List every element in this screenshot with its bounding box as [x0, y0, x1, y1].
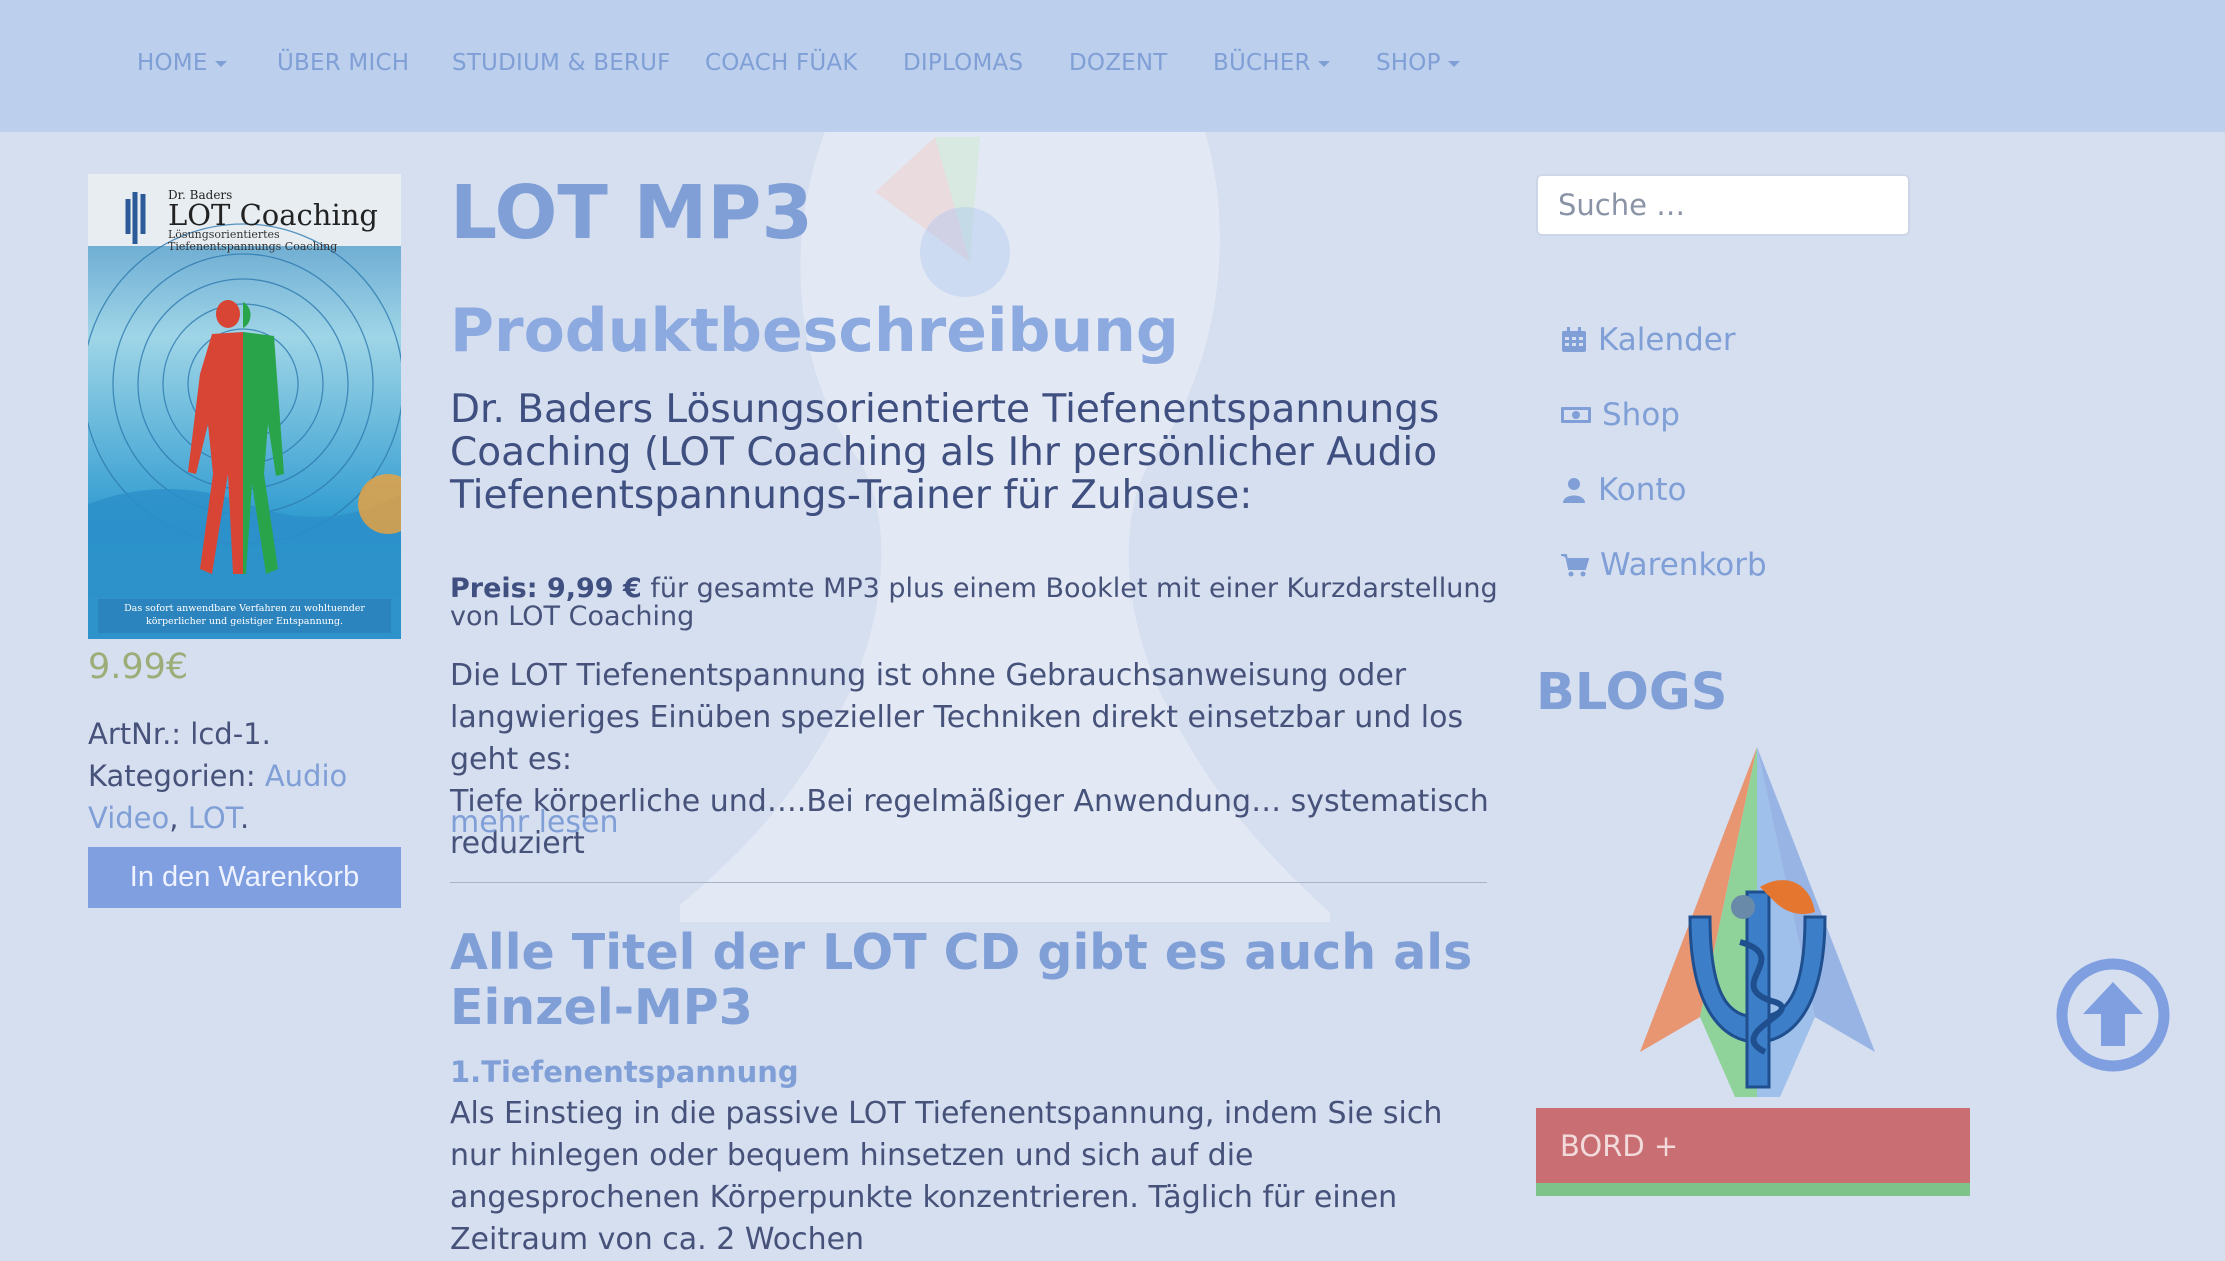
sidebar-link-kalender[interactable]: Kalender: [1560, 322, 1736, 358]
sidebar-link-label: Shop: [1602, 397, 1680, 433]
cover-caption: Das sofort anwendbare Verfahren zu wohlt…: [88, 602, 401, 628]
lead-text: Dr. Baders Lösungsorientierte Tiefenents…: [450, 387, 1440, 518]
categories-label: Kategorien:: [88, 759, 256, 793]
artnr-value: lcd-1.: [190, 717, 271, 751]
cover-subtitle: Lösungsorientiertes Tiefenentspannungs C…: [168, 229, 337, 253]
nav-item-diplomas[interactable]: DIPLOMAS: [903, 50, 1023, 76]
price-line: Preis: 9,99 € für gesamte MP3 plus einem…: [450, 575, 1500, 631]
description-line: Die LOT Tiefenentspannung ist ohne Gebra…: [450, 658, 1464, 777]
product-cover-image[interactable]: Dr. Baders LOT Coaching Lösungsorientier…: [88, 174, 401, 639]
category-separator: ,: [169, 801, 179, 835]
caret-down-icon: [1447, 60, 1460, 67]
cover-caption-line: körperlicher und geistiger Entspannung.: [145, 616, 344, 627]
caret-down-icon: [1317, 60, 1330, 67]
product-categories: Kategorien: Audio Video, LOT.: [88, 755, 388, 839]
section-subtitle: Produktbeschreibung: [450, 296, 1179, 366]
nav-label: HOME: [137, 50, 208, 76]
bord-toggle[interactable]: BORD +: [1536, 1108, 1970, 1183]
next-section-strip[interactable]: [1536, 1183, 1970, 1196]
track-description: Als Einstieg in die passive LOT Tiefenen…: [450, 1096, 1443, 1257]
user-icon: [1563, 478, 1585, 503]
top-navbar: HOME ÜBER MICH STUDIUM & BERUF COACH FÜA…: [0, 0, 2225, 132]
sidebar-link-label: Kalender: [1598, 322, 1736, 358]
sidebar-link-shop[interactable]: Shop: [1560, 397, 1680, 433]
nav-item-coach-fueak[interactable]: COACH FÜAK: [705, 50, 858, 76]
psi-emblem-logo[interactable]: [1635, 742, 1880, 1102]
money-icon: [1561, 407, 1591, 423]
artnr-label: ArtNr.:: [88, 717, 182, 751]
product-price: 9.99€: [88, 647, 189, 687]
cover-caption-line: Das sofort anwendbare Verfahren zu wohlt…: [124, 603, 365, 614]
divider: [450, 882, 1487, 883]
blogs-heading: BLOGS: [1536, 663, 1728, 722]
cart-icon: [1561, 554, 1590, 577]
nav-item-dozent[interactable]: DOZENT: [1069, 50, 1168, 76]
nav-label: SHOP: [1376, 50, 1441, 76]
sidebar-link-warenkorb[interactable]: Warenkorb: [1560, 547, 1767, 583]
sidebar-link-label: Konto: [1598, 472, 1687, 508]
tracks-heading: Alle Titel der LOT CD gibt es auch als E…: [450, 924, 1473, 1036]
caret-down-icon: [214, 60, 227, 67]
add-to-cart-button[interactable]: In den Warenkorb: [88, 847, 401, 908]
nav-item-ueber-mich[interactable]: ÜBER MICH: [277, 50, 409, 76]
nav-item-home[interactable]: HOME: [137, 50, 227, 76]
price-strong: Preis: 9,99 €: [450, 573, 642, 604]
calendar-icon: [1562, 327, 1586, 352]
nav-item-buecher[interactable]: BÜCHER: [1213, 50, 1330, 76]
read-more-link[interactable]: mehr lesen: [450, 805, 618, 840]
sidebar-link-label: Warenkorb: [1600, 547, 1767, 583]
product-artnr: ArtNr.: lcd-1.: [88, 713, 271, 755]
category-link-lot[interactable]: LOT: [188, 801, 240, 835]
track-title: 1.Tiefenentspannung: [450, 1055, 799, 1089]
nav-label: BÜCHER: [1213, 50, 1311, 76]
nav-item-studium-beruf[interactable]: STUDIUM & BERUF: [452, 50, 671, 76]
nav-item-shop[interactable]: SHOP: [1376, 50, 1460, 76]
page-title: LOT MP3: [450, 170, 814, 256]
category-end: .: [239, 801, 250, 835]
search-input[interactable]: [1536, 174, 1910, 236]
cover-title: LOT Coaching: [168, 198, 378, 232]
sidebar-link-konto[interactable]: Konto: [1560, 472, 1687, 508]
scroll-to-top-button[interactable]: [2056, 958, 2170, 1072]
cover-subtitle-line: Tiefenentspannungs Coaching: [168, 240, 338, 253]
